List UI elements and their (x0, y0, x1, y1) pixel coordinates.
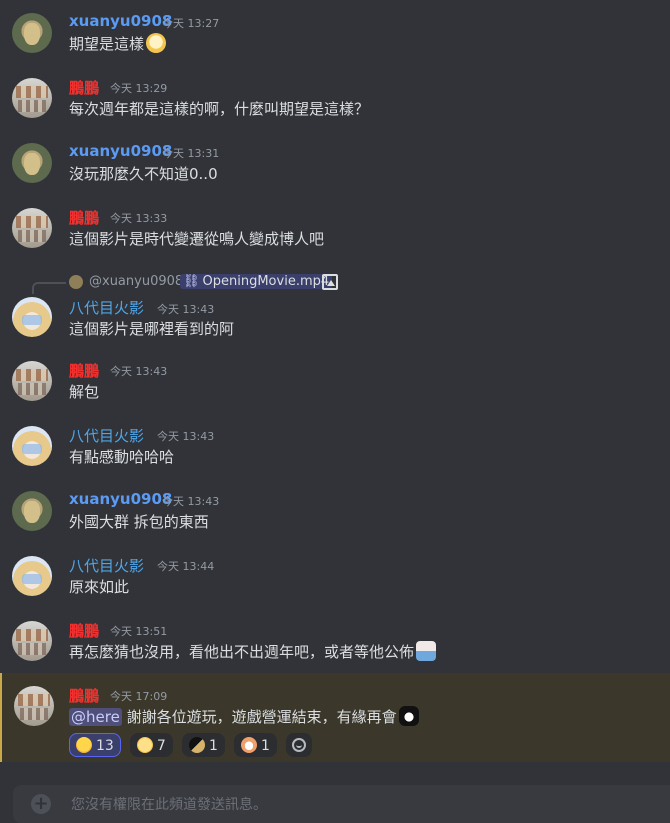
reaction-anime-1[interactable]: 1 (181, 733, 225, 757)
reaction-anime-2[interactable]: 1 (233, 733, 277, 757)
link-icon: ⛓ (183, 274, 200, 289)
avatar[interactable] (12, 361, 52, 401)
message: 鵬鵬 今天 13:51 再怎麼猜也沒用，看他出不出週年吧，或者等他公佈 (0, 608, 670, 668)
message: 鵬鵬 今天 13:33 這個影片是時代變遷從鳴人變成博人吧 (0, 195, 670, 255)
timestamp: 今天 13:51 (110, 625, 168, 638)
shrug-emoji-icon (416, 641, 437, 661)
anime-emoji-icon (240, 737, 257, 753)
message-composer: + (13, 785, 670, 823)
avatar[interactable] (12, 426, 52, 466)
message-text: 期望是這樣 (69, 33, 167, 54)
message-text: 沒玩那麼久不知道0..0 (69, 165, 218, 183)
image-icon (322, 274, 338, 290)
username[interactable]: 鵬鵬 (69, 207, 99, 228)
message: 鵬鵬 今天 13:29 每次週年都是這樣的啊，什麼叫期望是這樣？ (0, 65, 670, 125)
message-content: 期望是這樣 (69, 35, 145, 53)
timestamp: 今天 13:31 (162, 147, 220, 160)
message-text: 再怎麼猜也沒用，看他出不出週年吧，或者等他公佈 (69, 641, 437, 662)
message-list: xuanyu0908 今天 13:27 期望是這樣 鵬鵬 今天 13:29 每次… (0, 0, 670, 775)
username[interactable]: 鵬鵬 (69, 685, 99, 706)
message-input[interactable] (69, 793, 653, 817)
reaction-count: 13 (96, 738, 114, 754)
username[interactable]: 鵬鵬 (69, 77, 99, 98)
username[interactable]: xuanyu0908 (69, 490, 172, 508)
avatar[interactable] (12, 13, 52, 53)
message-content: 再怎麼猜也沒用，看他出不出週年吧，或者等他公佈 (69, 643, 415, 661)
attachment-name: OpeningMovie.mp4 (202, 274, 330, 289)
reaction-bar: 13 7 1 1 (69, 733, 316, 757)
username[interactable]: 鵬鵬 (69, 360, 99, 381)
reply-avatar (69, 275, 83, 289)
timestamp: 今天 13:43 (162, 495, 220, 508)
reply-user[interactable]: @xuanyu0908 (89, 274, 183, 289)
reaction-crying-face[interactable]: 7 (129, 733, 173, 757)
avatar[interactable] (12, 621, 52, 661)
message: xuanyu0908 今天 13:43 外國大群 拆包的東西 (0, 478, 670, 538)
message-text: 這個影片是哪裡看到的阿 (69, 320, 235, 338)
add-reaction-button[interactable] (285, 733, 312, 757)
message-text: 有點感動哈哈哈 (69, 448, 175, 466)
username[interactable]: 八代目火影 (69, 555, 144, 576)
timestamp: 今天 13:33 (110, 212, 168, 225)
reaction-sad-cat[interactable]: 13 (69, 733, 121, 757)
message-text: 外國大群 拆包的東西 (69, 513, 209, 531)
reply-preview[interactable]: @xuanyu0908 ⛓ OpeningMovie.mp4 (0, 272, 670, 294)
crying-emoji-icon (146, 33, 167, 53)
sad-cat-icon (76, 737, 92, 753)
timestamp: 今天 17:09 (110, 690, 168, 703)
anime-emoji-icon (188, 737, 205, 753)
timestamp: 今天 13:43 (157, 430, 215, 443)
avatar[interactable] (12, 297, 52, 337)
message: 鵬鵬 今天 13:43 解包 (0, 348, 670, 408)
avatar[interactable] (12, 143, 52, 183)
timestamp: 今天 13:44 (157, 560, 215, 573)
message-text: 每次週年都是這樣的啊，什麼叫期望是這樣？ (69, 100, 370, 118)
message: xuanyu0908 今天 13:31 沒玩那麼久不知道0..0 (0, 130, 670, 190)
avatar[interactable] (14, 686, 54, 726)
crying-face-icon (136, 737, 153, 753)
reaction-count: 7 (156, 738, 166, 754)
username[interactable]: xuanyu0908 (69, 12, 172, 30)
avatar[interactable] (12, 556, 52, 596)
message: xuanyu0908 今天 13:27 期望是這樣 (0, 0, 670, 60)
username[interactable]: xuanyu0908 (69, 142, 172, 160)
timestamp: 今天 13:27 (162, 17, 220, 30)
add-reaction-icon (291, 738, 306, 752)
anime-girl-emoji-icon (398, 706, 419, 726)
reaction-count: 1 (208, 738, 218, 754)
username[interactable]: 八代目火影 (69, 425, 144, 446)
username[interactable]: 八代目火影 (69, 297, 144, 318)
message-text: 解包 (69, 383, 100, 401)
reaction-count: 1 (260, 738, 270, 754)
here-mention[interactable]: @here (69, 708, 122, 726)
message-text: @here 謝謝各位遊玩，遊戲營運結束，有緣再會 (69, 706, 419, 727)
message: 八代目火影 今天 13:43 有點感動哈哈哈 (0, 413, 670, 473)
timestamp: 今天 13:29 (110, 82, 168, 95)
message-content: 謝謝各位遊玩，遊戲營運結束，有緣再會 (121, 708, 397, 726)
message-text: 原來如此 (69, 578, 130, 596)
avatar[interactable] (12, 208, 52, 248)
message: 八代目火影 今天 13:44 原來如此 (0, 543, 670, 603)
message-text: 這個影片是時代變遷從鳴人變成博人吧 (69, 230, 325, 248)
message-with-reply: @xuanyu0908 ⛓ OpeningMovie.mp4 八代目火影 今天 1… (0, 272, 670, 342)
timestamp: 今天 13:43 (157, 303, 215, 316)
plus-icon[interactable]: + (31, 794, 51, 814)
timestamp: 今天 13:43 (110, 365, 168, 378)
reply-attachment[interactable]: ⛓ OpeningMovie.mp4 (180, 274, 333, 289)
reply-connector (32, 282, 66, 294)
username[interactable]: 鵬鵬 (69, 620, 99, 641)
avatar[interactable] (12, 491, 52, 531)
avatar[interactable] (12, 78, 52, 118)
